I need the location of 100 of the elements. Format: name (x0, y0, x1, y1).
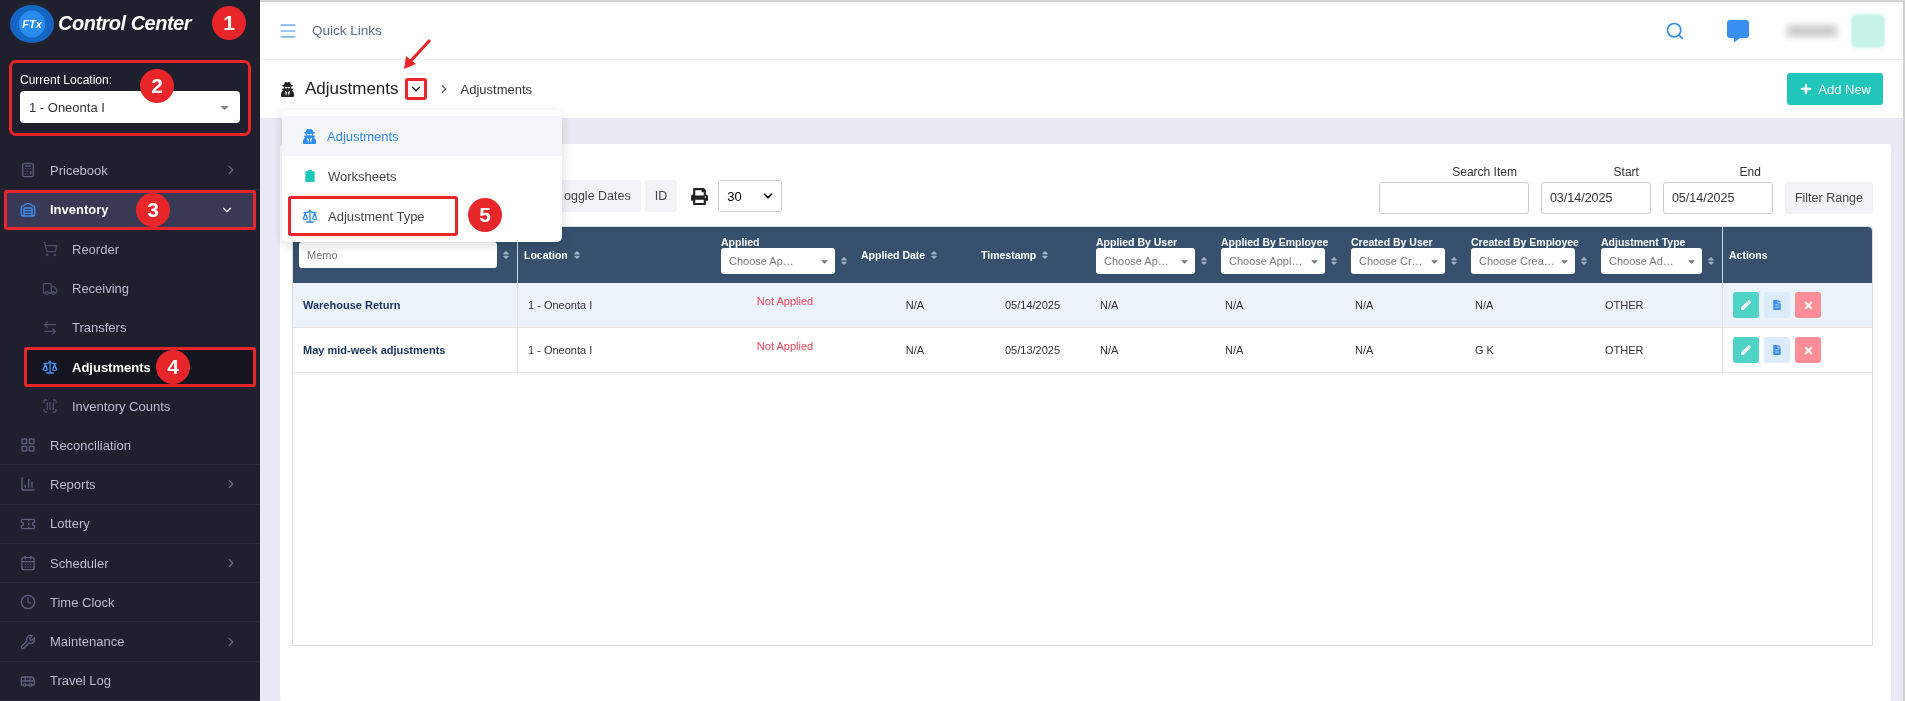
callout-badge: 4 (156, 350, 190, 385)
field-label: Start (1613, 165, 1640, 179)
table-cell: N/A (1225, 344, 1244, 356)
print-icon[interactable] (691, 187, 709, 205)
table-cell: OTHER (1605, 344, 1644, 356)
input-field[interactable] (1378, 182, 1529, 214)
sidebar-item[interactable]: Scheduler (0, 543, 260, 584)
callout-badge: 3 (136, 193, 170, 228)
filter-select[interactable]: Choose Ap… (721, 248, 835, 274)
column-header: Applied Date (861, 249, 926, 261)
input-field[interactable]: 05/14/2025 (1662, 182, 1773, 214)
pencil-icon (1741, 345, 1751, 355)
clipboard-icon (302, 168, 318, 184)
field-label: End (1739, 165, 1762, 179)
sort-icon[interactable] (1449, 256, 1459, 266)
sort-icon[interactable] (839, 256, 849, 266)
table-cell: N/A (1100, 299, 1119, 311)
calculator-icon (20, 162, 36, 179)
toolbar-button[interactable]: ID (644, 180, 678, 212)
table-cell: N/A (1355, 299, 1374, 311)
logo-title: Control Center (58, 12, 191, 36)
spy-icon (280, 81, 295, 97)
search-icon[interactable] (1665, 20, 1685, 41)
sidebar-subitem[interactable]: Adjustments 4 (24, 347, 256, 387)
sidebar-subitem[interactable]: Inventory Counts (0, 386, 260, 426)
sort-icon[interactable] (1579, 256, 1589, 266)
grid-icon (20, 437, 36, 454)
wrench-icon (20, 633, 36, 650)
callout-badge: 1 (212, 6, 246, 40)
warehouse-icon (20, 201, 36, 218)
table-cell: N/A (905, 299, 925, 311)
filter-select[interactable]: Choose Crea… (1471, 248, 1575, 274)
column-header: Applied (721, 236, 761, 248)
spy-icon (302, 128, 317, 144)
table-cell: 05/13/2025 (1004, 344, 1061, 356)
document-icon (1772, 345, 1782, 355)
close-icon (1802, 344, 1814, 356)
sort-icon[interactable] (1329, 256, 1339, 266)
filter-select[interactable]: Choose Ad… (1601, 248, 1702, 274)
table-cell: N/A (1225, 299, 1244, 311)
cart-icon (42, 241, 58, 258)
filter-select[interactable]: Choose Cr… (1351, 248, 1445, 274)
input-field[interactable]: 03/14/2025 (1540, 182, 1651, 214)
annotation-arrow (402, 38, 432, 70)
plus-icon (1799, 82, 1814, 96)
column-header: Timestamp (981, 249, 1037, 261)
pencil-icon (1741, 300, 1751, 310)
table-cell: 1 - Oneonta I (528, 344, 593, 356)
sidebar-item[interactable]: Travel Log (0, 661, 260, 701)
document-button[interactable] (1764, 292, 1790, 318)
table-cell: N/A (1100, 344, 1119, 356)
sort-icon[interactable] (571, 250, 582, 260)
table-cell: N/A (1475, 299, 1494, 311)
scanner-icon (42, 398, 58, 415)
location-label: Current Location: (20, 73, 113, 88)
document-icon (1772, 300, 1782, 310)
table-row[interactable]: May mid-week adjustments 1 - Oneonta I Not Applied N/A 05/13/2025 N/A N/A N/A G K OTHER (293, 328, 1872, 373)
document-button[interactable] (1764, 337, 1790, 363)
column-header: Adjustment Type (1601, 236, 1687, 248)
logo-gear-icon: FTx (10, 4, 54, 43)
page-size-select[interactable]: 30 (718, 180, 783, 212)
column-header: Location (524, 249, 568, 261)
sidebar-subitem[interactable]: Receiving (0, 268, 260, 309)
filter-select[interactable]: Choose Appl… (1221, 248, 1325, 274)
scale-icon (42, 359, 58, 376)
bar-chart-icon (20, 476, 36, 493)
sort-icon[interactable] (1199, 256, 1209, 266)
sidebar-subitem[interactable]: Reorder (0, 229, 260, 269)
table-row[interactable]: Warehouse Return 1 - Oneonta I Not Applied N/A 05/14/2025 N/A N/A N/A N/A OTHER (293, 283, 1872, 328)
menu-item[interactable]: Worksheets (282, 156, 562, 196)
delete-button[interactable] (1795, 292, 1821, 318)
delete-button[interactable] (1795, 337, 1821, 363)
menu-toggle-button[interactable] (404, 78, 427, 100)
blurred-username (1787, 24, 1837, 37)
table-cell: OTHER (1605, 299, 1644, 311)
column-header: Created By User (1351, 236, 1434, 248)
sidebar-item[interactable]: Reconciliation (0, 426, 260, 466)
breadcrumb-link[interactable]: Adjustments (460, 81, 1778, 97)
filter-select[interactable]: Choose Ap… (1096, 248, 1195, 274)
sidebar-subitem[interactable]: Transfers (0, 308, 260, 348)
table-cell: N/A (1355, 344, 1374, 356)
calendar-icon (20, 555, 36, 571)
sort-icon[interactable] (501, 250, 511, 260)
table-cell: May mid-week adjustments (303, 344, 446, 356)
column-header: Created By Employee (1471, 236, 1580, 248)
sort-icon[interactable] (1706, 256, 1716, 266)
memo-filter-field[interactable]: Memo (299, 242, 497, 268)
field-label: Search Item (1452, 165, 1518, 179)
page-title: Adjustments (305, 79, 399, 99)
table-cell: G K (1475, 344, 1494, 356)
sort-icon[interactable] (929, 250, 940, 260)
filter-range-button[interactable]: Filter Range (1784, 182, 1873, 214)
table-cell: 1 - Oneonta I (528, 299, 593, 311)
quick-links-link[interactable]: Quick Links (312, 23, 1651, 38)
sidebar-item[interactable]: Inventory 3 (4, 190, 256, 230)
sort-icon[interactable] (1040, 250, 1051, 260)
truck-icon (42, 280, 58, 297)
table-cell: 05/14/2025 (1004, 299, 1061, 311)
chat-icon[interactable] (1727, 19, 1749, 42)
column-header: Applied By Employee (1221, 236, 1330, 248)
